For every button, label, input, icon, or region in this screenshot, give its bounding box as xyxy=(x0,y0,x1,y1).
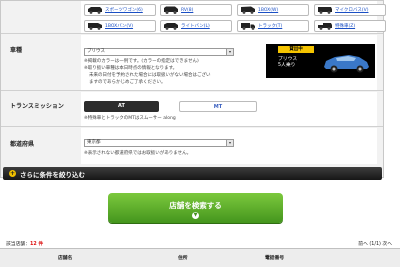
vehicle-option-rv[interactable]: RV(8) xyxy=(160,4,232,16)
prefecture-row: 都道府県 東京都 ▾ ※表示されない都道府県ではお取扱いがありません。 xyxy=(1,128,383,164)
vehicle-option-label: 1BOXバン(V) xyxy=(105,24,134,29)
model-note-3: 未来の日付を予約された場合には取扱いがない場合はござい xyxy=(89,73,211,78)
model-select[interactable]: プリウス ▾ xyxy=(84,48,234,56)
suv-icon xyxy=(164,6,178,14)
microbus-icon xyxy=(318,7,332,14)
vehicle-option-special[interactable]: 特殊車(Z) xyxy=(314,20,386,32)
car-preview-card: 貸出中 プリウス 5人乗り xyxy=(266,44,375,78)
vehicle-option-1box[interactable]: 1BOX(W) xyxy=(237,4,309,16)
prefecture-select-value: 東京都 xyxy=(87,140,101,145)
column-phone: 電話番号 xyxy=(265,256,285,261)
transmission-row: トランスミッション AT MT ※特殊車とトラックのMTはスムーサー along xyxy=(1,92,383,127)
prefecture-note: ※表示されない都道府県ではお取扱いがありません。 xyxy=(84,151,192,156)
car-name: プリウス 5人乗り xyxy=(278,57,297,69)
car-image-icon xyxy=(324,55,369,73)
vehicle-option-label: 1BOX(W) xyxy=(258,7,279,13)
results-table-header: 店舗名 住所 電話番号 xyxy=(0,248,400,267)
truck-icon xyxy=(241,23,255,30)
search-stores-button[interactable]: 店舗を検索する ▼ xyxy=(108,193,283,223)
more-filters-label: さらに条件を絞り込む xyxy=(20,170,85,179)
vehicle-option-light-van[interactable]: ライトバン(L) xyxy=(160,20,232,32)
model-note-4: ますのであらかじめご了承ください。 xyxy=(89,80,166,85)
column-address: 住所 xyxy=(178,256,188,261)
search-form-panel: スポーツワゴン(6) RV(8) 1BOX(W) マイクロバス(V) 1BOXバ… xyxy=(0,0,386,178)
vehicle-option-1box-van[interactable]: 1BOXバン(V) xyxy=(84,20,156,32)
vehicle-option-label: ライトバン(L) xyxy=(181,24,210,29)
more-filters-button[interactable]: + さらに条件を絞り込む xyxy=(3,167,382,180)
light-van-icon xyxy=(164,23,178,30)
vehicle-option-label: トラック(T) xyxy=(258,24,283,29)
plus-icon: + xyxy=(9,170,16,177)
chevron-down-icon: ▾ xyxy=(226,49,233,55)
prefecture-select[interactable]: 東京都 ▾ xyxy=(84,139,234,147)
transmission-note: ※特殊車とトラックのMTはスムーサー along xyxy=(84,116,176,121)
transmission-at-button[interactable]: AT xyxy=(84,101,159,112)
model-note-2: ※取り扱い車種は本日時点の情報となります。 xyxy=(84,66,178,71)
vehicle-option-label: RV(8) xyxy=(181,7,194,13)
car-capacity: 5人乗り xyxy=(278,63,296,68)
result-count-value: 12 件 xyxy=(30,242,44,247)
status-badge: 貸出中 xyxy=(278,46,314,53)
model-label: 車種 xyxy=(10,47,23,54)
result-count: 該当店舗：12 件 xyxy=(6,240,43,247)
vehicle-option-label: スポーツワゴン(6) xyxy=(105,8,143,13)
wagon-icon xyxy=(88,7,102,14)
prefecture-label: 都道府県 xyxy=(10,141,35,148)
model-note-1: ※掲載のカラーは一例です。(カラーの指定はできません) xyxy=(84,59,199,64)
transmission-label: トランスミッション xyxy=(10,103,64,110)
special-vehicle-icon xyxy=(318,23,332,30)
search-stores-label: 店舗を検索する xyxy=(169,201,222,210)
model-select-value: プリウス xyxy=(87,49,105,54)
vehicle-option-wagon[interactable]: スポーツワゴン(6) xyxy=(84,4,156,16)
transmission-body: AT MT ※特殊車とトラックのMTはスムーサー along xyxy=(81,92,377,126)
column-store-name: 店舗名 xyxy=(58,256,73,261)
model-row: 車種 プリウス ▾ ※掲載のカラーは一例です。(カラーの指定はできません) ※取… xyxy=(1,35,383,91)
cargo-van-icon xyxy=(88,23,102,30)
vehicle-option-truck[interactable]: トラック(T) xyxy=(237,20,309,32)
result-count-prefix: 該当店舗： xyxy=(6,242,30,247)
vehicle-type-grid: スポーツワゴン(6) RV(8) 1BOX(W) マイクロバス(V) 1BOXバ… xyxy=(81,1,386,33)
prefecture-body: 東京都 ▾ ※表示されない都道府県ではお取扱いがありません。 xyxy=(81,128,377,164)
vehicle-option-label: 特殊車(Z) xyxy=(335,24,356,29)
arrow-down-icon: ▼ xyxy=(192,212,199,219)
vehicle-type-row: スポーツワゴン(6) RV(8) 1BOX(W) マイクロバス(V) 1BOXバ… xyxy=(1,1,386,34)
van-icon xyxy=(241,6,255,14)
pagination[interactable]: 前へ (1/1) 次へ xyxy=(358,240,392,247)
transmission-mt-button[interactable]: MT xyxy=(179,101,257,112)
vehicle-option-label: マイクロバス(V) xyxy=(335,8,369,13)
chevron-down-icon: ▾ xyxy=(226,140,233,146)
vehicle-option-microbus[interactable]: マイクロバス(V) xyxy=(314,4,386,16)
